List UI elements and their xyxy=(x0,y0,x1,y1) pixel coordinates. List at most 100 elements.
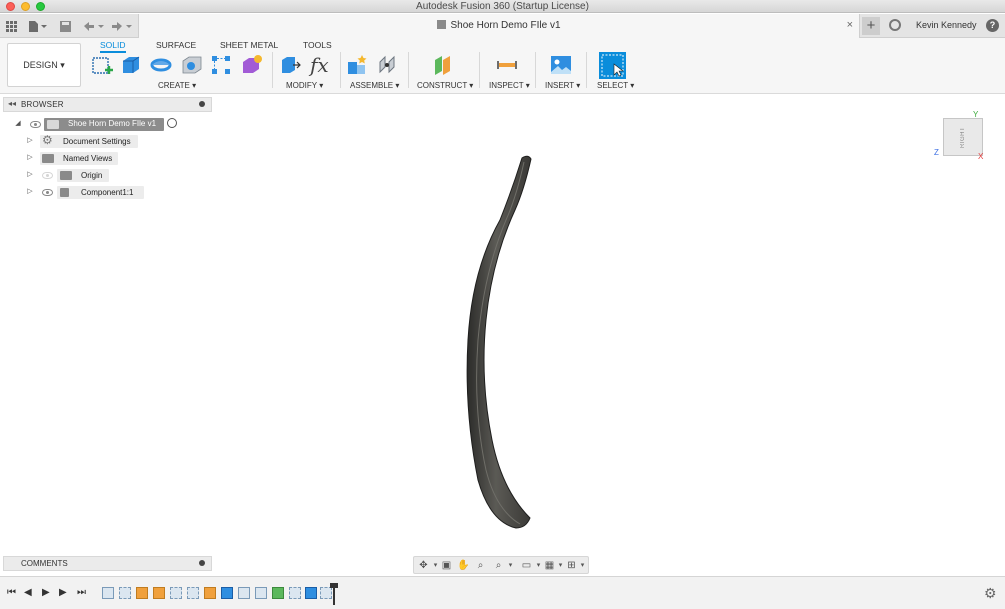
display-settings-icon[interactable]: ▭ xyxy=(521,560,532,571)
press-pull-icon[interactable] xyxy=(279,54,301,76)
collapse-panel-icon[interactable]: ◂◂ xyxy=(8,99,16,108)
tab-solid[interactable]: SOLID xyxy=(100,40,126,53)
new-component-icon[interactable] xyxy=(346,54,368,76)
modify-menu[interactable]: MODIFY ▾ xyxy=(286,81,323,90)
create-form-icon[interactable] xyxy=(241,54,263,76)
document-tab[interactable]: Shoe Horn Demo FIle v1 × xyxy=(138,14,860,38)
pattern-icon[interactable] xyxy=(210,54,232,76)
go-to-start-icon[interactable]: ⏮ xyxy=(7,587,16,598)
timeline-sketch-icon[interactable] xyxy=(119,587,131,599)
browser-panel-header[interactable]: ◂◂ BROWSER xyxy=(3,97,212,112)
go-to-end-icon[interactable]: ⏭ xyxy=(77,587,86,598)
help-icon[interactable]: ? xyxy=(986,19,999,32)
assemble-menu[interactable]: ASSEMBLE ▾ xyxy=(350,81,399,90)
pin-icon[interactable] xyxy=(199,101,205,107)
comments-panel-header[interactable]: COMMENTS xyxy=(3,556,212,571)
apps-grid-icon[interactable] xyxy=(5,18,18,34)
create-sketch-icon[interactable] xyxy=(91,54,113,76)
tree-root[interactable]: ◢ Shoe Horn Demo FIle v1 xyxy=(0,117,212,132)
activate-radio-icon[interactable] xyxy=(167,118,177,128)
document-tab-title: Shoe Horn Demo FIle v1 xyxy=(450,20,561,31)
chevron-down-icon[interactable]: ▾ xyxy=(533,560,544,571)
pan-icon[interactable]: ✋ xyxy=(457,560,469,571)
inspect-menu[interactable]: INSPECT ▾ xyxy=(489,81,530,90)
tree-item-label: Component1:1 xyxy=(81,188,134,197)
tree-item-named-views[interactable]: ▷ Named Views xyxy=(0,151,212,166)
redo-icon[interactable] xyxy=(110,18,134,34)
step-back-icon[interactable]: ◀ xyxy=(24,587,32,598)
timeline-sketch-icon[interactable] xyxy=(187,587,199,599)
insert-menu[interactable]: INSERT ▾ xyxy=(545,81,580,90)
eye-icon[interactable] xyxy=(30,121,41,128)
measure-icon[interactable] xyxy=(496,54,518,76)
chevron-down-icon[interactable]: ▾ xyxy=(555,560,566,571)
timeline-feature-icon[interactable] xyxy=(238,587,250,599)
gear-icon[interactable]: ⚙ xyxy=(984,585,997,602)
eye-icon[interactable] xyxy=(42,189,53,196)
collapsed-arrow-icon[interactable]: ▷ xyxy=(26,171,34,179)
tree-item-document-settings[interactable]: ▷ ⚙ Document Settings xyxy=(0,133,212,149)
undo-icon[interactable] xyxy=(82,18,106,34)
workspace-switcher-button[interactable]: DESIGN ▾ xyxy=(7,43,81,87)
extrude-icon[interactable] xyxy=(120,54,142,76)
grid-settings-icon[interactable]: ▦ xyxy=(544,560,555,571)
timeline-feature-icon[interactable] xyxy=(221,587,233,599)
construct-menu[interactable]: CONSTRUCT ▾ xyxy=(417,81,473,90)
joint-icon[interactable] xyxy=(377,54,399,76)
look-at-icon[interactable]: ▣ xyxy=(441,560,452,571)
timeline-sketch-icon[interactable] xyxy=(320,587,332,599)
collapsed-arrow-icon[interactable]: ▷ xyxy=(26,137,34,145)
hole-icon[interactable] xyxy=(181,54,203,76)
timeline-feature-icon[interactable] xyxy=(272,587,284,599)
select-icon[interactable] xyxy=(599,52,626,79)
timeline-feature-icon[interactable] xyxy=(204,587,216,599)
tab-tools[interactable]: TOOLS xyxy=(303,40,332,50)
viewcube[interactable]: RIGHT xyxy=(943,118,983,156)
timeline-sketch-icon[interactable] xyxy=(289,587,301,599)
expanded-arrow-icon[interactable]: ◢ xyxy=(14,120,22,128)
pin-icon[interactable] xyxy=(199,560,205,566)
orbit-icon[interactable]: ✥ xyxy=(418,560,429,571)
insert-canvas-icon[interactable] xyxy=(550,54,572,76)
shoe-horn-model[interactable] xyxy=(440,150,550,535)
navigation-bar: ✥ ▾ ▣ ✋ ⌕ ⌕ ▾ ▭ ▾ ▦ ▾ ⊞ ▾ xyxy=(413,556,589,574)
collapsed-arrow-icon[interactable]: ▷ xyxy=(26,154,34,162)
timeline-feature-icon[interactable] xyxy=(153,587,165,599)
file-menu-icon[interactable] xyxy=(28,18,48,34)
zoom-icon[interactable]: ⌕ xyxy=(475,560,486,571)
inspect-label: INSPECT xyxy=(489,81,524,90)
job-status-icon[interactable] xyxy=(889,19,901,31)
collapsed-arrow-icon[interactable]: ▷ xyxy=(26,188,34,196)
tree-item-component[interactable]: ▷ Component1:1 xyxy=(0,185,212,200)
user-name[interactable]: Kevin Kennedy xyxy=(916,20,977,30)
step-forward-icon[interactable]: ▶ xyxy=(59,587,67,598)
revolve-icon[interactable] xyxy=(150,54,172,76)
offset-plane-icon[interactable] xyxy=(432,54,454,76)
timeline-feature-icon[interactable] xyxy=(255,587,267,599)
tab-surface[interactable]: SURFACE xyxy=(156,40,196,50)
timeline-marker[interactable] xyxy=(330,583,338,605)
chevron-down-icon[interactable]: ▾ xyxy=(577,560,588,571)
window-title: Autodesk Fusion 360 (Startup License) xyxy=(416,1,589,12)
chevron-down-icon[interactable]: ▾ xyxy=(505,560,516,571)
chevron-down-icon[interactable]: ▾ xyxy=(430,560,441,571)
play-icon[interactable]: ▶ xyxy=(42,587,50,598)
close-tab-button[interactable]: × xyxy=(847,19,853,31)
select-menu[interactable]: SELECT ▾ xyxy=(597,81,634,90)
tree-item-origin[interactable]: ▷ Origin xyxy=(0,168,212,183)
create-menu[interactable]: CREATE ▾ xyxy=(158,81,196,90)
timeline-feature-icon[interactable] xyxy=(102,587,114,599)
new-tab-button[interactable]: + xyxy=(862,17,880,35)
tab-sheet-metal[interactable]: SHEET METAL xyxy=(220,40,278,50)
fit-icon[interactable]: ⌕ xyxy=(493,560,504,571)
parameters-icon[interactable]: fx xyxy=(310,54,332,76)
eye-hidden-icon[interactable] xyxy=(42,172,53,179)
viewports-icon[interactable]: ⊞ xyxy=(566,560,577,571)
viewcube-face-label[interactable]: RIGHT xyxy=(944,119,982,155)
z-axis-label: Z xyxy=(934,148,939,157)
timeline-feature-icon[interactable] xyxy=(136,587,148,599)
timeline-sketch-icon[interactable] xyxy=(170,587,182,599)
save-icon[interactable] xyxy=(59,18,72,34)
toolbar-divider xyxy=(408,52,409,88)
timeline-feature-icon[interactable] xyxy=(305,587,317,599)
